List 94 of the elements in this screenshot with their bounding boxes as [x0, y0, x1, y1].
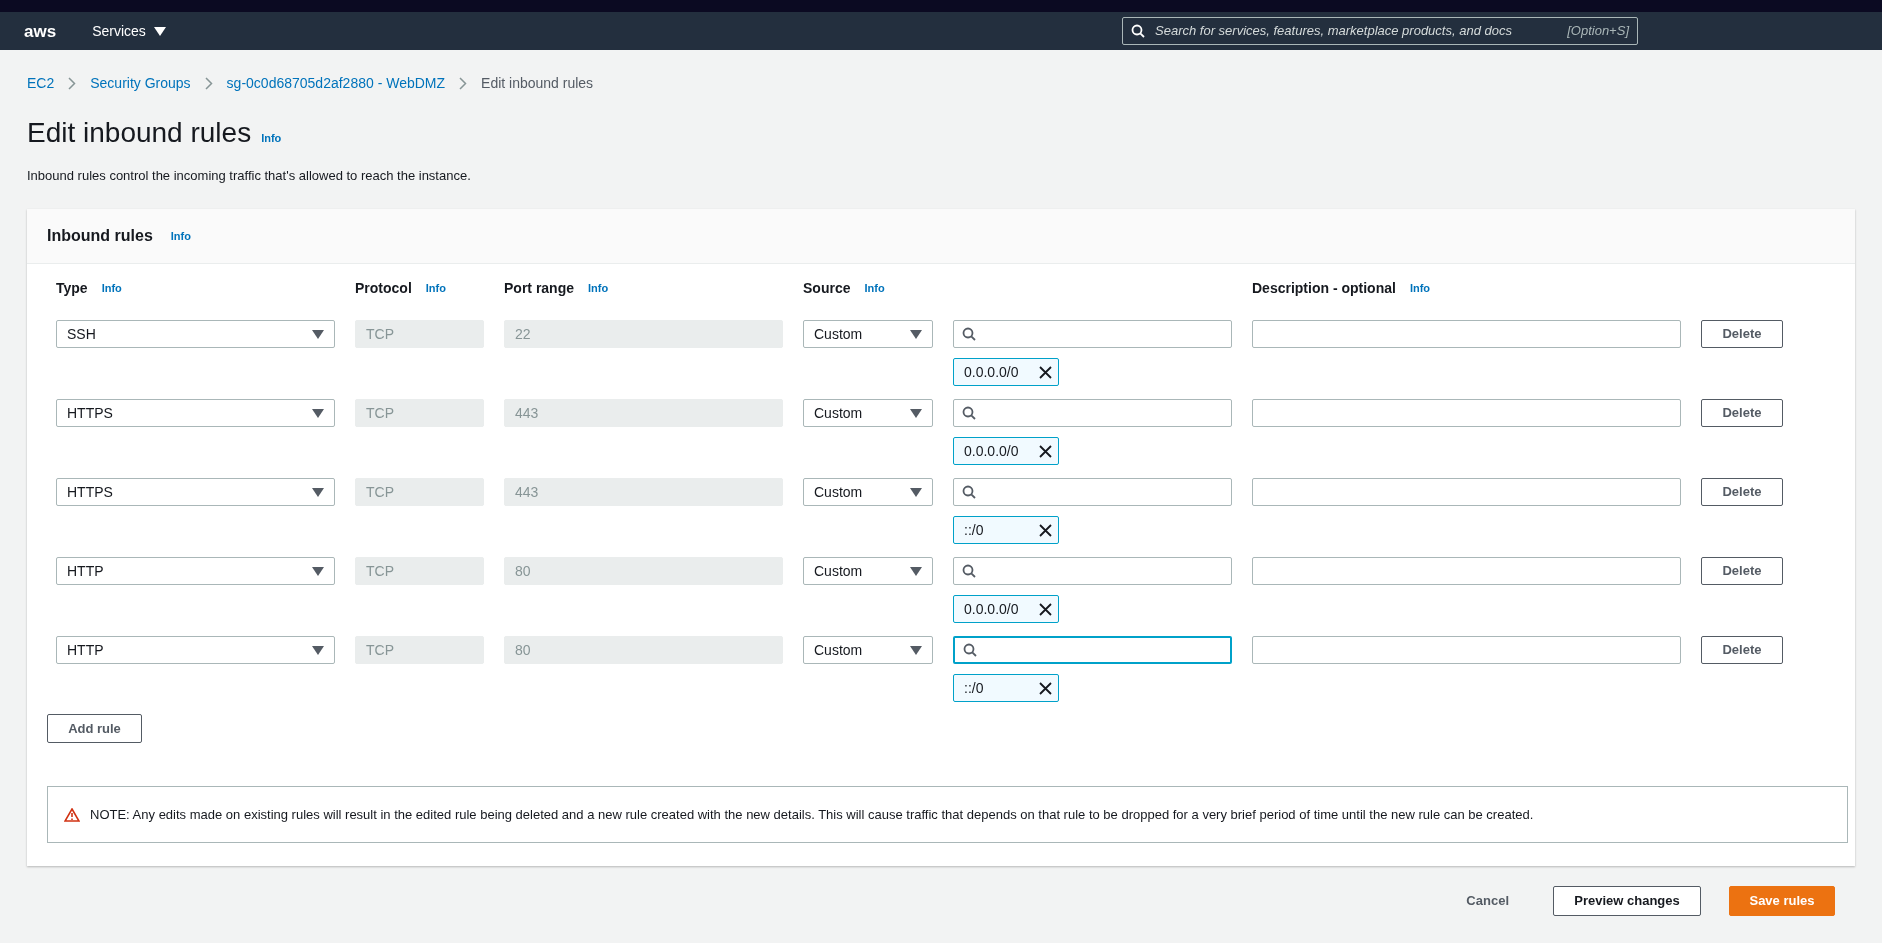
cidr-search-field[interactable]: [953, 636, 1232, 665]
column-header: Protocol: [355, 278, 412, 298]
caret-icon: [910, 566, 922, 576]
chevron-icon: [204, 76, 213, 90]
type-select[interactable]: SSH: [56, 320, 335, 349]
type-select[interactable]: HTTP: [56, 557, 335, 586]
delete-button[interactable]: Delete: [1701, 399, 1783, 428]
info-link[interactable]: Info: [101, 279, 122, 297]
search-field[interactable]: Search for services, features, marketplace products, and docs: [1153, 20, 1560, 42]
cidr-search-field[interactable]: [953, 557, 1232, 586]
caret-icon: [910, 329, 922, 339]
description-field[interactable]: [1252, 478, 1681, 507]
token-label: ::/0: [964, 520, 984, 540]
page-description: Inbound rules control the incoming traffic that's allowed to reach the instance.: [27, 166, 472, 185]
page-title: Edit inbound rules: [27, 116, 252, 150]
note-text: NOTE: Any edits made on existing rules will result in the edited rule being deleted and a new rule created with the new details. This will cause traffic that depends on that rule to be dropped for a very brief period of time until the new rule can be created.: [90, 805, 1534, 824]
caret-icon: [910, 487, 922, 497]
search-icon: [962, 564, 976, 579]
token-label: 0.0.0.0/0: [964, 599, 1019, 619]
breadcrumb-link[interactable]: Security Groups: [90, 72, 191, 94]
remove-token-button[interactable]: [1039, 681, 1052, 695]
remove-token-button[interactable]: [1039, 602, 1052, 616]
chevron-icon: [459, 76, 468, 90]
caret-icon: [312, 408, 324, 418]
preview-changes-button[interactable]: Preview changes: [1553, 886, 1701, 917]
panel-title: Inbound rules: [47, 226, 153, 247]
breadcrumb-link[interactable]: sg-0c0d68705d2af2880 - WebDMZ: [226, 72, 446, 94]
caret-icon: [312, 645, 324, 655]
description-field[interactable]: [1252, 557, 1681, 586]
caret-icon: [910, 408, 922, 418]
protocol-field: TCP: [355, 478, 484, 507]
port-range-field: 22: [504, 320, 783, 349]
token-label: 0.0.0.0/0: [964, 441, 1019, 461]
chevron-icon: [68, 76, 77, 90]
breadcrumb-current: Edit inbound rules: [481, 73, 594, 93]
caret-icon: [312, 566, 324, 576]
caret-icon: [312, 329, 324, 339]
protocol-field: TCP: [355, 320, 484, 349]
token-label: 0.0.0.0/0: [964, 362, 1019, 382]
delete-button[interactable]: Delete: [1701, 636, 1783, 665]
breadcrumb-link[interactable]: EC2: [27, 72, 55, 94]
protocol-field: TCP: [355, 636, 484, 665]
services-menu[interactable]: Services: [92, 20, 166, 42]
source-select[interactable]: Custom: [803, 636, 933, 665]
source-select[interactable]: Custom: [803, 478, 933, 507]
info-link[interactable]: Info: [588, 279, 609, 297]
search-box[interactable]: Search for services, features, marketplace products, and docs [Option+S]: [1122, 17, 1638, 45]
source-select[interactable]: Custom: [803, 557, 933, 586]
description-field[interactable]: [1252, 399, 1681, 428]
type-select[interactable]: HTTPS: [56, 399, 335, 428]
remove-token-button[interactable]: [1039, 523, 1052, 537]
column-header: Description - optional: [1252, 278, 1396, 298]
search-icon: [1131, 24, 1145, 38]
caret-icon: [312, 487, 324, 497]
delete-button[interactable]: Delete: [1701, 320, 1783, 349]
port-range-field: 80: [504, 557, 783, 586]
delete-button[interactable]: Delete: [1701, 478, 1783, 507]
aws-logo[interactable]: aws: [24, 22, 57, 40]
description-field[interactable]: [1252, 636, 1681, 665]
column-header: Type: [56, 278, 88, 298]
port-range-field: 443: [504, 399, 783, 428]
port-range-field: 80: [504, 636, 783, 665]
caret-icon: [153, 26, 166, 36]
source-select[interactable]: Custom: [803, 399, 933, 428]
cidr-search-field[interactable]: [953, 478, 1232, 507]
caret-icon: [910, 645, 922, 655]
add-rule-button[interactable]: Add rule: [47, 714, 142, 744]
remove-token-button[interactable]: [1039, 444, 1052, 458]
info-link[interactable]: Info: [425, 279, 446, 297]
search-icon: [962, 406, 976, 421]
port-range-field: 443: [504, 478, 783, 507]
protocol-field: TCP: [355, 399, 484, 428]
description-field[interactable]: [1252, 320, 1681, 349]
search-icon: [962, 485, 976, 500]
column-header: Port range: [504, 278, 574, 298]
info-link[interactable]: Info: [261, 130, 282, 147]
column-header: Source: [803, 278, 851, 298]
search-icon: [963, 643, 977, 658]
delete-button[interactable]: Delete: [1701, 557, 1783, 586]
type-select[interactable]: HTTP: [56, 636, 335, 665]
shortcut-hint: [Option+S]: [1567, 22, 1629, 41]
search-icon: [962, 327, 976, 342]
cancel-button[interactable]: Cancel: [1460, 890, 1515, 912]
token-label: ::/0: [964, 678, 984, 698]
protocol-field: TCP: [355, 557, 484, 586]
info-link[interactable]: Info: [170, 227, 191, 245]
remove-token-button[interactable]: [1039, 365, 1052, 379]
warning-icon: [64, 807, 80, 822]
info-link[interactable]: Info: [1409, 279, 1431, 297]
cidr-search-field[interactable]: [953, 320, 1232, 349]
type-select[interactable]: HTTPS: [56, 478, 335, 507]
source-select[interactable]: Custom: [803, 320, 933, 349]
cidr-search-field[interactable]: [953, 399, 1232, 428]
info-link[interactable]: Info: [864, 279, 885, 297]
